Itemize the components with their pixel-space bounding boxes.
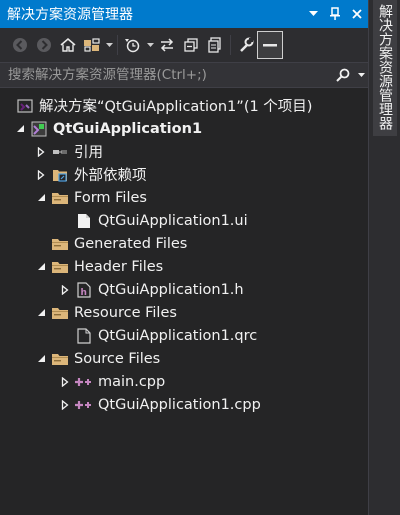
expand-arrow-icon[interactable] (35, 261, 47, 273)
properties-icon[interactable] (234, 32, 258, 58)
tree-item-label: QtGuiApplication1.h (98, 281, 244, 298)
show-all-files-icon[interactable] (203, 32, 227, 58)
toolbar-separator (117, 35, 118, 55)
collapse-arrow-icon[interactable] (59, 284, 71, 296)
tree-item[interactable]: Header Files (0, 255, 368, 278)
toolbar (0, 28, 368, 62)
expand-arrow-icon[interactable] (35, 192, 47, 204)
side-tab-solution-explorer[interactable]: 解决方案资源管理器 (373, 0, 397, 136)
tree-item[interactable]: Resource Files (0, 301, 368, 324)
pending-changes-filter-icon[interactable] (121, 32, 145, 58)
collapse-arrow-icon[interactable] (59, 376, 71, 388)
qt-project-icon (30, 120, 48, 138)
window-position-dropdown-icon[interactable] (302, 0, 324, 28)
switch-views-icon[interactable] (80, 32, 104, 58)
solution-tree: 解决方案“QtGuiApplication1”(1 个项目) QtGuiAppli… (0, 94, 368, 416)
tree-item[interactable]: Form Files (0, 186, 368, 209)
resource-file-icon (75, 327, 93, 345)
collapse-all-icon[interactable] (179, 32, 203, 58)
search-options-dropdown-icon[interactable] (354, 63, 368, 87)
search-input[interactable] (0, 67, 332, 83)
pending-changes-dropdown-icon[interactable] (145, 32, 155, 58)
tree-item[interactable]: 引用 (0, 140, 368, 163)
solution-icon (16, 97, 34, 115)
filter-folder-icon (51, 304, 69, 322)
tree-item[interactable]: QtGuiApplication1 (0, 117, 368, 140)
filter-folder-icon (51, 350, 69, 368)
tree-item[interactable]: Generated Files (0, 232, 368, 255)
external-dependencies-icon (51, 166, 69, 184)
search-bar (0, 62, 368, 88)
switch-views-dropdown-icon[interactable] (104, 32, 114, 58)
tree-item-label: Source Files (74, 350, 161, 367)
ui-file-icon (75, 212, 93, 230)
forward-icon[interactable] (32, 32, 56, 58)
tree-item-label: Form Files (74, 189, 147, 206)
tree-item[interactable]: QtGuiApplication1.qrc (0, 324, 368, 347)
close-icon[interactable] (346, 0, 368, 28)
filter-folder-icon (51, 258, 69, 276)
solution-explorer-panel: 解决方案资源管理器 搜索解决方案资源管理器(Ctrl+;) 解决方案“QtGui… (0, 0, 368, 515)
tree-item[interactable]: QtGuiApplication1.ui (0, 209, 368, 232)
collapse-arrow-icon[interactable] (59, 399, 71, 411)
filter-folder-icon (51, 189, 69, 207)
header-file-icon: h (75, 281, 93, 299)
search-icon[interactable] (332, 63, 354, 87)
sync-with-active-document-icon[interactable] (155, 32, 179, 58)
cpp-file-icon (75, 396, 93, 414)
tree-item[interactable]: 解决方案“QtGuiApplication1”(1 个项目) (0, 94, 368, 117)
tree-item-label: 解决方案“QtGuiApplication1”(1 个项目) (39, 99, 313, 115)
cpp-file-icon (75, 373, 93, 391)
side-tab-label: 解决方案资源管理器 (377, 4, 393, 130)
filter-folder-icon (51, 235, 69, 253)
tree-item-label: QtGuiApplication1 (53, 120, 203, 137)
side-tab-strip: 解决方案资源管理器 (368, 0, 400, 515)
panel-title-bar[interactable]: 解决方案资源管理器 (0, 0, 368, 28)
tree-item-label: Resource Files (74, 304, 177, 321)
tree-item[interactable]: main.cpp (0, 370, 368, 393)
tree-item-label: 引用 (74, 145, 103, 161)
panel-title: 解决方案资源管理器 (7, 7, 133, 23)
tree-item-label: Generated Files (74, 235, 188, 252)
tree-item[interactable]: Source Files (0, 347, 368, 370)
preview-selected-items-icon[interactable] (257, 31, 283, 59)
svg-text:h: h (81, 288, 87, 298)
tree-item-label: QtGuiApplication1.ui (98, 212, 248, 229)
collapse-arrow-icon[interactable] (35, 169, 47, 181)
tree-item-label: main.cpp (98, 373, 166, 390)
expand-arrow-icon[interactable] (14, 123, 26, 135)
pin-icon[interactable] (324, 0, 346, 28)
tree-item-label: 外部依赖项 (74, 168, 147, 184)
tree-item[interactable]: h QtGuiApplication1.h (0, 278, 368, 301)
tree-item-label: Header Files (74, 258, 164, 275)
toolbar-separator (230, 35, 231, 55)
back-icon[interactable] (8, 32, 32, 58)
tree-item[interactable]: 外部依赖项 (0, 163, 368, 186)
tree-item[interactable]: QtGuiApplication1.cpp (0, 393, 368, 416)
collapse-arrow-icon[interactable] (35, 146, 47, 158)
home-icon[interactable] (56, 32, 80, 58)
expand-arrow-icon[interactable] (35, 353, 47, 365)
tree-item-label: QtGuiApplication1.qrc (98, 327, 258, 344)
references-icon (51, 143, 69, 161)
tree-item-label: QtGuiApplication1.cpp (98, 396, 261, 413)
expand-arrow-icon[interactable] (35, 307, 47, 319)
